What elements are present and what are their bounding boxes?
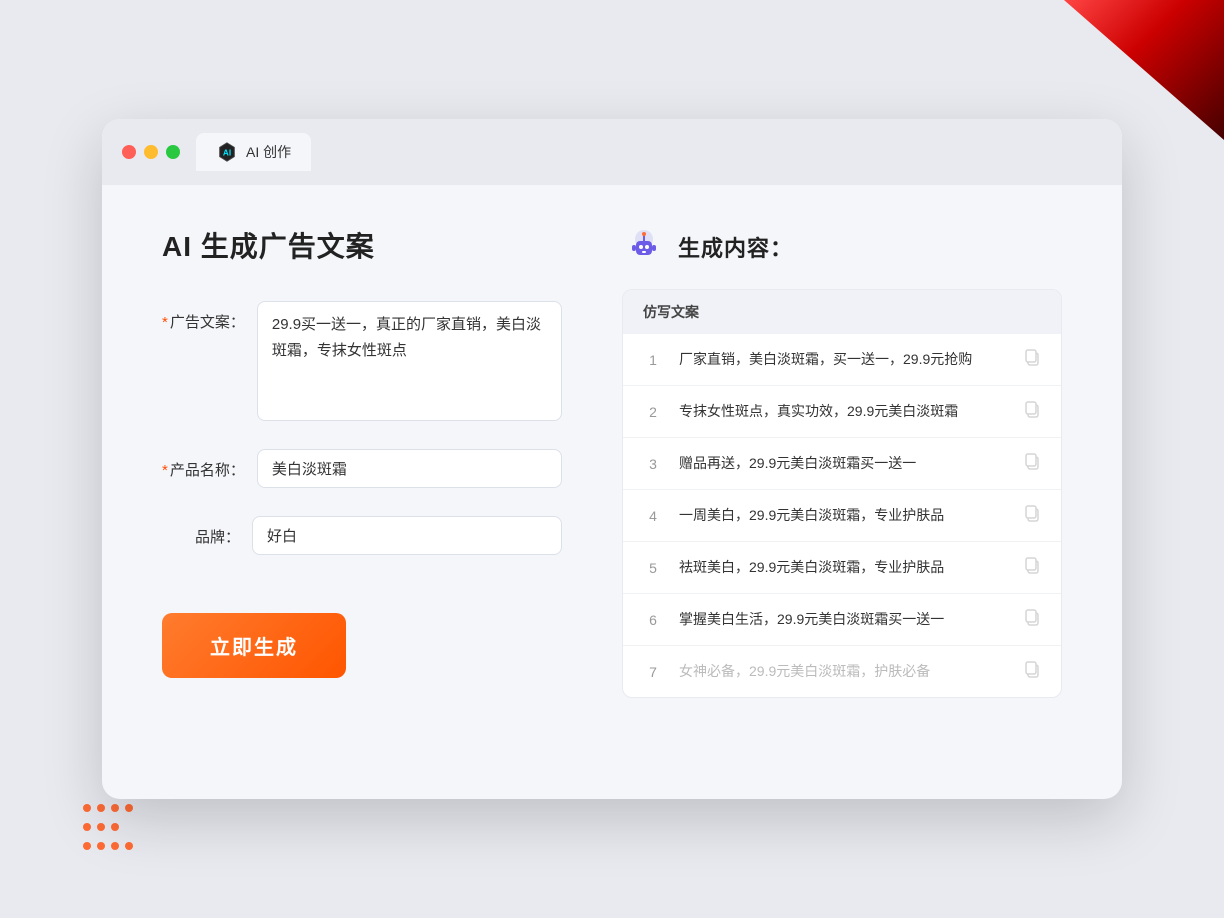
- form-group-product-name: *产品名称：: [162, 449, 562, 488]
- result-title: 生成内容：: [678, 231, 793, 263]
- browser-titlebar: AI AI 创作: [102, 119, 1122, 185]
- result-row-number: 6: [643, 612, 663, 628]
- product-name-label: *产品名称：: [162, 449, 257, 480]
- copy-icon[interactable]: [1023, 400, 1041, 423]
- result-row: 6 掌握美白生活，29.9元美白淡斑霜买一送一: [623, 594, 1061, 646]
- generate-button[interactable]: 立即生成: [162, 613, 346, 678]
- copy-icon[interactable]: [1023, 556, 1041, 579]
- result-row-text: 专抹女性斑点，真实功效，29.9元美白淡斑霜: [679, 401, 1007, 422]
- tab-title-label: AI 创作: [246, 142, 291, 162]
- copy-icon[interactable]: [1023, 452, 1041, 475]
- result-row: 3 赠品再送，29.9元美白淡斑霜买一送一: [623, 438, 1061, 490]
- result-row: 1 厂家直销，美白淡斑霜，买一送一，29.9元抢购: [623, 334, 1061, 386]
- result-row-number: 1: [643, 352, 663, 368]
- copy-icon[interactable]: [1023, 504, 1041, 527]
- svg-text:AI: AI: [223, 149, 231, 158]
- result-row-number: 5: [643, 560, 663, 576]
- ai-tab-icon: AI: [216, 141, 238, 163]
- result-row-text: 厂家直销，美白淡斑霜，买一送一，29.9元抢购: [679, 349, 1007, 370]
- result-row-text: 赠品再送，29.9元美白淡斑霜买一送一: [679, 453, 1007, 474]
- result-row-text: 女神必备，29.9元美白淡斑霜，护肤必备: [679, 661, 1007, 682]
- minimize-button[interactable]: [144, 145, 158, 159]
- result-row: 5 祛斑美白，29.9元美白淡斑霜，专业护肤品: [623, 542, 1061, 594]
- copy-icon[interactable]: [1023, 608, 1041, 631]
- result-row: 7 女神必备，29.9元美白淡斑霜，护肤必备: [623, 646, 1061, 697]
- result-table: 仿写文案 1 厂家直销，美白淡斑霜，买一送一，29.9元抢购 2 专抹女性斑点，真实功…: [622, 289, 1062, 698]
- result-header: 生成内容：: [622, 225, 1062, 269]
- browser-window: AI AI 创作 AI 生成广告文案 *广告文案： *产品名称：: [102, 119, 1122, 799]
- left-panel: AI 生成广告文案 *广告文案： *产品名称： 品牌： 立: [162, 225, 562, 698]
- result-row: 2 专抹女性斑点，真实功效，29.9元美白淡斑霜: [623, 386, 1061, 438]
- bg-dots-bottom-left: [80, 801, 136, 858]
- result-rows-container: 1 厂家直销，美白淡斑霜，买一送一，29.9元抢购 2 专抹女性斑点，真实功效，29.…: [623, 334, 1061, 697]
- result-row-text: 祛斑美白，29.9元美白淡斑霜，专业护肤品: [679, 557, 1007, 578]
- brand-input[interactable]: [252, 516, 562, 555]
- result-table-header: 仿写文案: [623, 290, 1061, 334]
- window-buttons: [122, 145, 180, 159]
- page-title: AI 生成广告文案: [162, 225, 562, 265]
- product-name-required: *: [162, 462, 168, 479]
- browser-tab[interactable]: AI AI 创作: [196, 133, 311, 171]
- ad-copy-label: *广告文案：: [162, 301, 257, 332]
- maximize-button[interactable]: [166, 145, 180, 159]
- form-group-ad-copy: *广告文案：: [162, 301, 562, 421]
- result-row-number: 2: [643, 404, 663, 420]
- result-row-text: 掌握美白生活，29.9元美白淡斑霜买一送一: [679, 609, 1007, 630]
- result-row: 4 一周美白，29.9元美白淡斑霜，专业护肤品: [623, 490, 1061, 542]
- product-name-input[interactable]: [257, 449, 562, 488]
- ad-copy-required: *: [162, 314, 168, 331]
- result-row-number: 7: [643, 664, 663, 680]
- result-row-number: 3: [643, 456, 663, 472]
- browser-content: AI 生成广告文案 *广告文案： *产品名称： 品牌： 立: [102, 185, 1122, 738]
- ad-copy-input[interactable]: [257, 301, 562, 421]
- robot-icon: [622, 225, 666, 269]
- right-panel: 生成内容： 仿写文案 1 厂家直销，美白淡斑霜，买一送一，29.9元抢购 2 专抹女性…: [622, 225, 1062, 698]
- result-row-text: 一周美白，29.9元美白淡斑霜，专业护肤品: [679, 505, 1007, 526]
- result-row-number: 4: [643, 508, 663, 524]
- form-group-brand: 品牌：: [162, 516, 562, 555]
- close-button[interactable]: [122, 145, 136, 159]
- copy-icon[interactable]: [1023, 660, 1041, 683]
- copy-icon[interactable]: [1023, 348, 1041, 371]
- brand-label: 品牌：: [162, 516, 252, 547]
